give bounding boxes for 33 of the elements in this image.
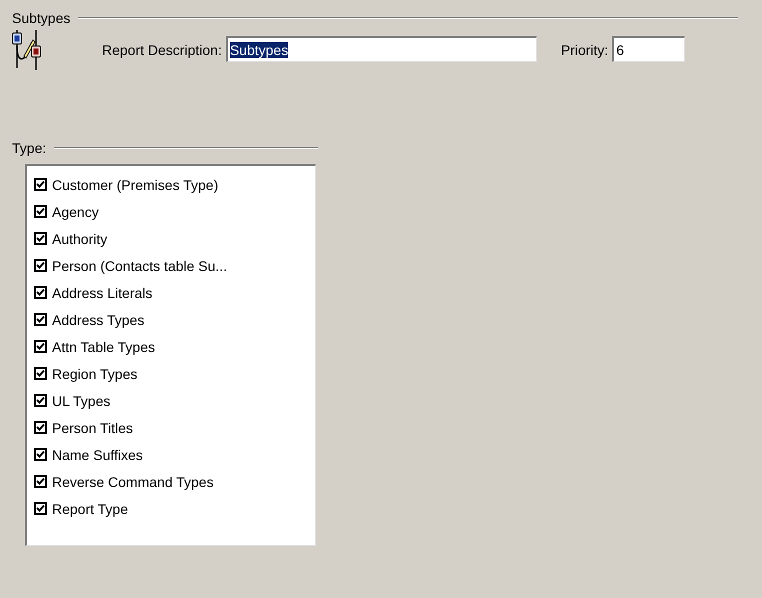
checkbox[interactable] [34,394,47,407]
checkbox[interactable] [34,178,47,191]
checkbox[interactable] [34,232,47,245]
type-item-label: Customer (Premises Type) [52,176,218,192]
type-item-label: Report Type [52,500,128,516]
group-title: Subtypes [12,10,70,26]
link-connector-icon [12,28,42,70]
checkbox[interactable] [34,259,47,272]
type-item-label: UL Types [52,392,110,408]
checkbox[interactable] [34,286,47,299]
checkbox[interactable] [34,340,47,353]
report-description-label: Report Description: [102,42,222,58]
type-item-label: Reverse Command Types [52,474,214,490]
checkbox[interactable] [34,502,47,515]
type-item-label: Person Titles [52,420,133,436]
type-item-label: Agency [52,204,99,220]
type-item-label: Authority [52,230,108,246]
checkbox[interactable] [34,475,47,488]
priority-field[interactable]: 6 [612,36,686,62]
type-item-label: Attn Table Types [52,338,155,354]
type-item-label: Person (Contacts table Su... [52,258,228,274]
priority-label: Priority: [560,42,608,58]
checkbox[interactable] [34,448,47,461]
checkbox[interactable] [34,421,47,434]
report-description-field[interactable]: Subtypes [226,36,537,62]
type-item-label: Name Suffixes [52,446,143,462]
checkbox[interactable] [34,205,47,218]
type-label: Type: [12,140,46,156]
checkbox[interactable] [34,313,47,326]
type-item-label: Address Literals [52,284,152,300]
checkbox[interactable] [34,367,47,380]
type-item-label: Address Types [52,312,144,328]
type-item-label: Region Types [52,366,138,382]
